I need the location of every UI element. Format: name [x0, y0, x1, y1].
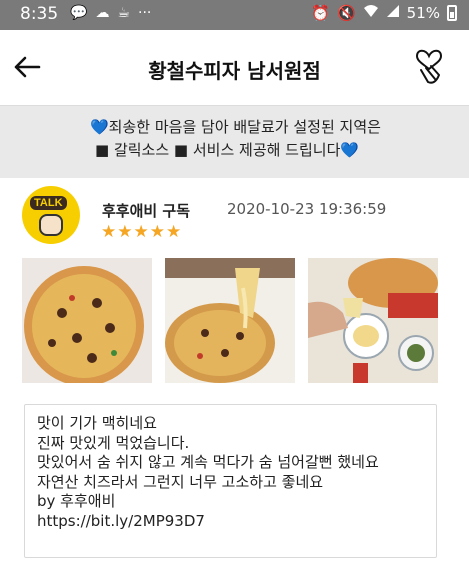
review-text-line: 자연산 치즈라서 그런지 너무 고소하고 좋네요: [37, 472, 324, 491]
review-link[interactable]: https://bit.ly/2MP93D7: [37, 512, 424, 532]
review-card: TALK 후후애비 구독 2020-10-23 19:36:59 ★★★★★ 맛…: [0, 178, 469, 562]
wifi-icon: [363, 4, 379, 22]
star-rating: ★★★★★: [101, 222, 183, 242]
review-text-line: 맛있어서 숨 쉬지 않고 계속 먹다가 숨 넘어갈뻔 했네요: [37, 453, 379, 471]
alarm-icon: ⏰: [311, 4, 330, 22]
page-title: 황철수피자 남서원점: [148, 59, 321, 83]
reviewer-name[interactable]: 후후애비 구독: [102, 200, 190, 221]
notice-banner: 💙죄송한 마음을 담아 배달료가 설정된 지역은 ■ 갈릭소스 ■ 서비스 제공…: [0, 105, 469, 178]
notice-line-2: ■ 갈릭소스 ■ 서비스 제공해 드립니다💙: [95, 141, 360, 159]
app-bar: 황철수피자 남서원점: [0, 30, 469, 105]
system-icons: ⏰ 🔇 51%: [311, 4, 457, 22]
finger-heart-icon: [415, 49, 443, 84]
avatar[interactable]: TALK: [22, 186, 80, 244]
review-photo-1[interactable]: [22, 258, 152, 383]
review-text-line: 맛이 기가 맥히네요: [37, 414, 157, 432]
status-bar: 8:35 💬 ☁ ☕ ··· ⏰ 🔇 51%: [0, 0, 469, 30]
review-photos: [22, 258, 438, 383]
review-text-box: 맛이 기가 맥히네요 진짜 맛있게 먹었습니다. 맛있어서 숨 쉬지 않고 계속…: [24, 404, 437, 558]
status-time: 8:35: [20, 4, 59, 24]
review-photo-3[interactable]: [308, 258, 438, 383]
mute-icon: 🔇: [336, 4, 356, 22]
chat-bubble-icon: 💬: [70, 5, 88, 21]
signal-icon: [386, 4, 400, 22]
more-icon: ···: [138, 5, 152, 21]
avatar-talk-badge: TALK: [30, 196, 67, 210]
avatar-character: [39, 214, 63, 236]
review-text-line: 진짜 맛있게 먹었습니다.: [37, 433, 190, 452]
battery-icon: [447, 5, 457, 21]
review-datetime: 2020-10-23 19:36:59: [227, 200, 387, 218]
notice-line-1: 💙죄송한 마음을 담아 배달료가 설정된 지역은: [90, 118, 381, 136]
notification-icons: 💬 ☁ ☕ ···: [70, 5, 151, 21]
finger-heart-button[interactable]: [413, 46, 445, 86]
cup-icon: ☕: [117, 5, 130, 21]
battery-percent: 51%: [406, 4, 440, 22]
cloud-icon: ☁: [95, 5, 110, 21]
review-text-line: by 후후애비: [37, 492, 116, 510]
review-photo-2[interactable]: [165, 258, 295, 383]
